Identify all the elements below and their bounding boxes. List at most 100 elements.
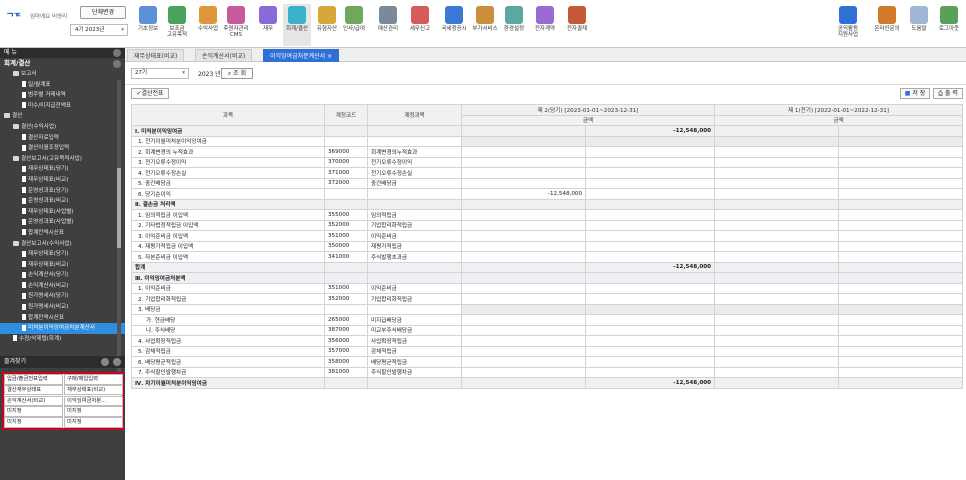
menu-addon[interactable]: 부가서비스: [471, 4, 499, 46]
cell-current-detail[interactable]: [461, 251, 586, 263]
tree-item[interactable]: 미수/미지급잔액표: [0, 101, 125, 112]
tree-item[interactable]: 운영성과표(비교): [0, 196, 125, 207]
cell-current-detail[interactable]: [461, 230, 586, 242]
tree-item[interactable]: 결산(수익사업): [0, 122, 125, 133]
menu-help[interactable]: 도움말: [905, 4, 933, 46]
menu-budget[interactable]: 예산관리: [374, 4, 402, 46]
menu-online-inquiry[interactable]: 온라인문의: [873, 4, 901, 46]
tab-3[interactable]: 이익잉여금처분계산서 ×: [263, 49, 340, 62]
print-button[interactable]: ⎙ 출 력: [933, 88, 963, 99]
cell-current-detail[interactable]: [461, 366, 586, 378]
favorite-item[interactable]: 손익계산서(비교): [4, 395, 63, 407]
tree-item[interactable]: 결산자료입력: [0, 133, 125, 144]
cell-current-detail[interactable]: [461, 345, 586, 357]
cell-current-detail[interactable]: [461, 282, 586, 294]
tree-item[interactable]: 손익계산서(당기): [0, 270, 125, 281]
tree-item[interactable]: 원가명세서(당기): [0, 291, 125, 302]
cell-prior-detail[interactable]: [714, 240, 839, 252]
tree-item[interactable]: 재무상태표(비교): [0, 175, 125, 186]
cell-prior-detail[interactable]: [714, 314, 839, 326]
favorite-item[interactable]: 구매/매입입력: [64, 374, 123, 385]
tab-1[interactable]: 재무상태표(비교): [127, 49, 185, 62]
search-button[interactable]: ⌕ 조 회: [221, 68, 253, 79]
tree-item[interactable]: 운영성과표(당기): [0, 186, 125, 197]
cell-current-detail[interactable]: [461, 156, 586, 168]
tree-item[interactable]: 재무상태표(사업별): [0, 207, 125, 218]
tree-item[interactable]: 운영성과표(사업별): [0, 217, 125, 228]
cell-current-detail[interactable]: [461, 167, 586, 179]
cell-current-detail[interactable]: [461, 135, 586, 147]
tree-item[interactable]: 미처분이익잉여금처분계산서: [0, 323, 125, 334]
cell-prior-detail[interactable]: [714, 303, 839, 315]
menu-grant[interactable]: 보조금 고유목적: [163, 4, 191, 46]
cell-prior-detail[interactable]: [714, 209, 839, 221]
cell-prior-detail[interactable]: [714, 167, 839, 179]
menu-public-support[interactable]: 공익활동 지원사업: [834, 4, 862, 46]
cell-prior-detail[interactable]: [714, 146, 839, 158]
cell-current-detail[interactable]: [461, 240, 586, 252]
tree-item[interactable]: 손익계산서(비교): [0, 281, 125, 292]
menu-asset[interactable]: 유형자산: [313, 4, 341, 46]
cell-current-detail[interactable]: [461, 219, 586, 231]
favorite-item[interactable]: 결산재무상태표: [4, 384, 63, 396]
cell-current-detail[interactable]: [461, 303, 586, 315]
menu-revenue[interactable]: 수익사업: [194, 4, 222, 46]
tree-item[interactable]: 범주별 거래내역: [0, 90, 125, 101]
collapse-icon[interactable]: [113, 49, 121, 57]
menu-contract[interactable]: 전자계약: [531, 4, 559, 46]
cell-prior-detail[interactable]: [714, 345, 839, 357]
tree-item[interactable]: 결산: [0, 111, 125, 122]
tree-item[interactable]: 합계잔액시산표: [0, 228, 125, 239]
period-select[interactable]: 27기 ▾: [131, 68, 189, 79]
collapse-icon[interactable]: [113, 358, 121, 366]
tree-item[interactable]: 일/월계표: [0, 80, 125, 91]
tree-item[interactable]: 결산이월조정입력: [0, 143, 125, 154]
tree-item[interactable]: 원가명세서(비교): [0, 302, 125, 313]
tree-item[interactable]: 합계잔액시산표: [0, 313, 125, 324]
tree-item[interactable]: 결산보고서(수익사업): [0, 239, 125, 250]
cell-prior-detail[interactable]: [714, 219, 839, 231]
cell-prior-detail[interactable]: [714, 177, 839, 189]
cell-current-detail[interactable]: [461, 335, 586, 347]
favorite-item[interactable]: 미지정: [4, 406, 63, 417]
cell-prior-detail[interactable]: [714, 188, 839, 200]
cell-prior-detail[interactable]: [714, 251, 839, 263]
tree-item[interactable]: 재무상태표(당기): [0, 164, 125, 175]
menu-hr[interactable]: 인사/급여: [340, 4, 368, 46]
cell-current-detail[interactable]: [461, 356, 586, 368]
cell-prior-detail[interactable]: [714, 335, 839, 347]
cell-prior-detail[interactable]: [714, 282, 839, 294]
tree-scrollbar-thumb[interactable]: [117, 168, 121, 248]
cell-prior-detail[interactable]: [714, 156, 839, 168]
menu-logout[interactable]: 로그아웃: [935, 4, 963, 46]
tree-item[interactable]: 재무상태표(당기): [0, 249, 125, 260]
cell-prior-detail[interactable]: [714, 356, 839, 368]
closing-voucher-button[interactable]: ✔결산전표: [131, 88, 169, 99]
cell-current-detail[interactable]: [461, 177, 586, 189]
menu-nts[interactable]: 국세청공시: [440, 4, 468, 46]
cell-prior-detail[interactable]: [714, 366, 839, 378]
tree-item[interactable]: 결산보고서(고유목적사업): [0, 154, 125, 165]
cell-current-detail[interactable]: [461, 324, 586, 336]
fiscal-year-select[interactable]: 4기 2023년 ▾: [70, 24, 128, 36]
cell-prior-detail[interactable]: [714, 324, 839, 336]
favorite-item[interactable]: 입금/출금전표입력: [4, 374, 63, 385]
gear-icon[interactable]: [101, 358, 109, 366]
menu-tax[interactable]: 세무신고: [406, 4, 434, 46]
tree-item[interactable]: 재무상태표(비교): [0, 260, 125, 271]
cell-current-detail[interactable]: [461, 146, 586, 158]
close-icon[interactable]: ×: [325, 53, 332, 60]
minus-icon[interactable]: [113, 60, 121, 68]
favorite-item[interactable]: 미지정: [4, 417, 63, 428]
menu-info[interactable]: 기초정보: [134, 4, 162, 46]
cell-current-detail[interactable]: [461, 293, 586, 305]
cell-prior-detail[interactable]: [714, 135, 839, 147]
cell-current-detail[interactable]: [461, 209, 586, 221]
favorite-item[interactable]: 재무상태표(비교): [64, 384, 123, 396]
cell-current-detail[interactable]: -12,548,000: [461, 188, 586, 200]
favorite-item[interactable]: 미지정: [64, 417, 123, 428]
menu-finance[interactable]: 재무: [254, 4, 282, 46]
cell-prior-detail[interactable]: [714, 230, 839, 242]
menu-settings[interactable]: 환경설정: [500, 4, 528, 46]
tree-item[interactable]: 수정/삭제탭(회계): [0, 334, 125, 345]
